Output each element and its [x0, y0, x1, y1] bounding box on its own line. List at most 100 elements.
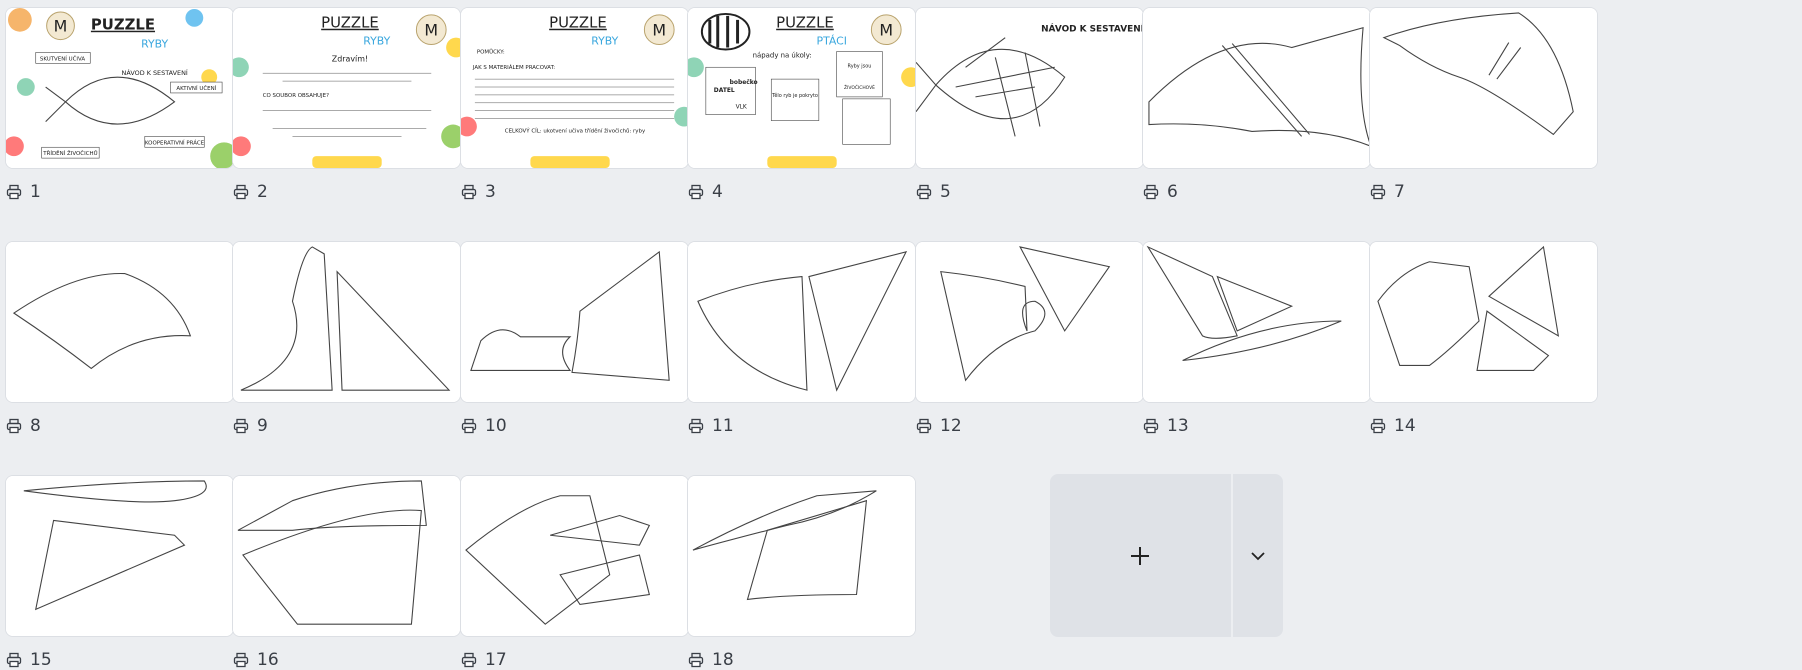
page-preview[interactable] [1369, 241, 1598, 403]
page-preview[interactable] [687, 475, 916, 637]
svg-text:NÁVOD K SESTAVENÍ: NÁVOD K SESTAVENÍ [1041, 23, 1143, 35]
page-number: 18 [712, 650, 734, 670]
page-label: 3 [461, 182, 496, 202]
page-number: 4 [712, 182, 723, 202]
page-number: 13 [1167, 416, 1189, 436]
page-label: 12 [916, 416, 962, 436]
page-label: 16 [233, 650, 279, 670]
page-number: 11 [712, 416, 734, 436]
svg-text:NÁVOD K SESTAVENÍ: NÁVOD K SESTAVENÍ [122, 68, 188, 77]
page-preview[interactable] [687, 241, 916, 403]
page-label: 18 [688, 650, 734, 670]
page-label: 5 [916, 182, 951, 202]
svg-text:M: M [424, 21, 438, 40]
page-preview[interactable]: M PUZZLE RYBY POMŮCKY: JAK S MATERIÁLEM … [460, 7, 689, 169]
print-icon[interactable] [688, 652, 704, 668]
page-label: 2 [233, 182, 268, 202]
page-preview[interactable]: M PUZZLE PTÁCI nápady na úkoly: DATEL bo… [687, 7, 916, 169]
page-number: 12 [940, 416, 962, 436]
page-preview-image [688, 476, 915, 636]
print-icon[interactable] [688, 184, 704, 200]
page-preview-image [1370, 242, 1597, 402]
svg-text:RYBY: RYBY [141, 38, 168, 51]
page-number: 3 [485, 182, 496, 202]
page-preview-image: M PUZZLE RYBY SKUTVENÍ UČIVA NÁVOD K SES… [6, 8, 233, 168]
plus-icon [1130, 546, 1149, 565]
page-label: 10 [461, 416, 507, 436]
page-label: 1 [6, 182, 41, 202]
page-label: 17 [461, 650, 507, 670]
page-preview[interactable] [232, 475, 461, 637]
page-preview[interactable] [915, 241, 1144, 403]
svg-text:CO SOUBOR OBSAHUJE?: CO SOUBOR OBSAHUJE? [263, 93, 329, 99]
svg-text:PUZZLE: PUZZLE [549, 15, 607, 32]
page-preview[interactable] [460, 475, 689, 637]
print-icon[interactable] [461, 184, 477, 200]
svg-text:SKUTVENÍ UČIVA: SKUTVENÍ UČIVA [40, 55, 86, 62]
svg-text:PUZZLE: PUZZLE [321, 15, 379, 32]
page-preview[interactable] [5, 241, 234, 403]
page-preview-image [233, 476, 460, 636]
page-thumbnail-grid: M PUZZLE RYBY SKUTVENÍ UČIVA NÁVOD K SES… [0, 0, 1802, 670]
print-icon[interactable] [1370, 184, 1386, 200]
page-preview-image [1143, 242, 1370, 402]
print-icon[interactable] [1370, 418, 1386, 434]
print-icon[interactable] [688, 418, 704, 434]
print-icon[interactable] [233, 652, 249, 668]
page-preview-image [461, 242, 688, 402]
svg-text:Zdravím!: Zdravím! [332, 54, 368, 63]
page-number: 17 [485, 650, 507, 670]
svg-text:AKTIVNÍ UČENÍ: AKTIVNÍ UČENÍ [176, 85, 216, 92]
page-label: 11 [688, 416, 734, 436]
add-page-split-button [1050, 474, 1283, 637]
print-icon[interactable] [916, 184, 932, 200]
add-page-options-button[interactable] [1233, 474, 1283, 637]
page-preview[interactable] [5, 475, 234, 637]
page-number: 9 [257, 416, 268, 436]
svg-text:M: M [879, 21, 893, 40]
page-preview-image [6, 242, 233, 402]
svg-text:JAK S MATERIÁLEM PRACOVAT:: JAK S MATERIÁLEM PRACOVAT: [472, 64, 555, 71]
svg-text:CELKOVÝ CÍL: ukotvení učiva tř: CELKOVÝ CÍL: ukotvení učiva třídění živo… [505, 127, 646, 134]
print-icon[interactable] [461, 418, 477, 434]
page-number: 2 [257, 182, 268, 202]
page-preview-image: M PUZZLE PTÁCI nápady na úkoly: DATEL bo… [688, 8, 915, 168]
page-label: 9 [233, 416, 268, 436]
page-number: 14 [1394, 416, 1416, 436]
page-preview-image: M PUZZLE RYBY POMŮCKY: JAK S MATERIÁLEM … [461, 8, 688, 168]
print-icon[interactable] [916, 418, 932, 434]
svg-text:VLK: VLK [736, 104, 747, 111]
svg-text:nápady na úkoly:: nápady na úkoly: [753, 51, 812, 59]
page-preview[interactable]: M PUZZLE RYBY SKUTVENÍ UČIVA NÁVOD K SES… [5, 7, 234, 169]
print-icon[interactable] [1143, 184, 1159, 200]
svg-text:RYBY: RYBY [591, 35, 618, 48]
add-page-button[interactable] [1050, 474, 1229, 637]
page-preview[interactable] [232, 241, 461, 403]
page-label: 7 [1370, 182, 1405, 202]
page-number: 8 [30, 416, 41, 436]
svg-text:PTÁCI: PTÁCI [817, 35, 847, 48]
print-icon[interactable] [233, 184, 249, 200]
print-icon[interactable] [6, 184, 22, 200]
print-icon[interactable] [6, 652, 22, 668]
page-preview[interactable] [1142, 241, 1371, 403]
page-number: 6 [1167, 182, 1178, 202]
print-icon[interactable] [6, 418, 22, 434]
page-preview-image [233, 242, 460, 402]
page-preview[interactable] [1369, 7, 1598, 169]
page-preview[interactable]: M PUZZLE RYBY Zdravím! CO SOUBOR OBSAHUJ… [232, 7, 461, 169]
page-preview-image [916, 242, 1143, 402]
print-icon[interactable] [1143, 418, 1159, 434]
page-preview[interactable] [1142, 7, 1371, 169]
page-preview[interactable]: NÁVOD K SESTAVENÍ [915, 7, 1144, 169]
page-preview-image [688, 242, 915, 402]
page-preview-image: NÁVOD K SESTAVENÍ [916, 8, 1143, 168]
print-icon[interactable] [461, 652, 477, 668]
print-icon[interactable] [233, 418, 249, 434]
page-preview[interactable] [460, 241, 689, 403]
svg-text:DATEL: DATEL [714, 87, 735, 94]
svg-text:POMŮCKY:: POMŮCKY: [477, 48, 505, 55]
page-number: 16 [257, 650, 279, 670]
page-preview-image [1143, 8, 1370, 168]
page-preview-image: M PUZZLE RYBY Zdravím! CO SOUBOR OBSAHUJ… [233, 8, 460, 168]
